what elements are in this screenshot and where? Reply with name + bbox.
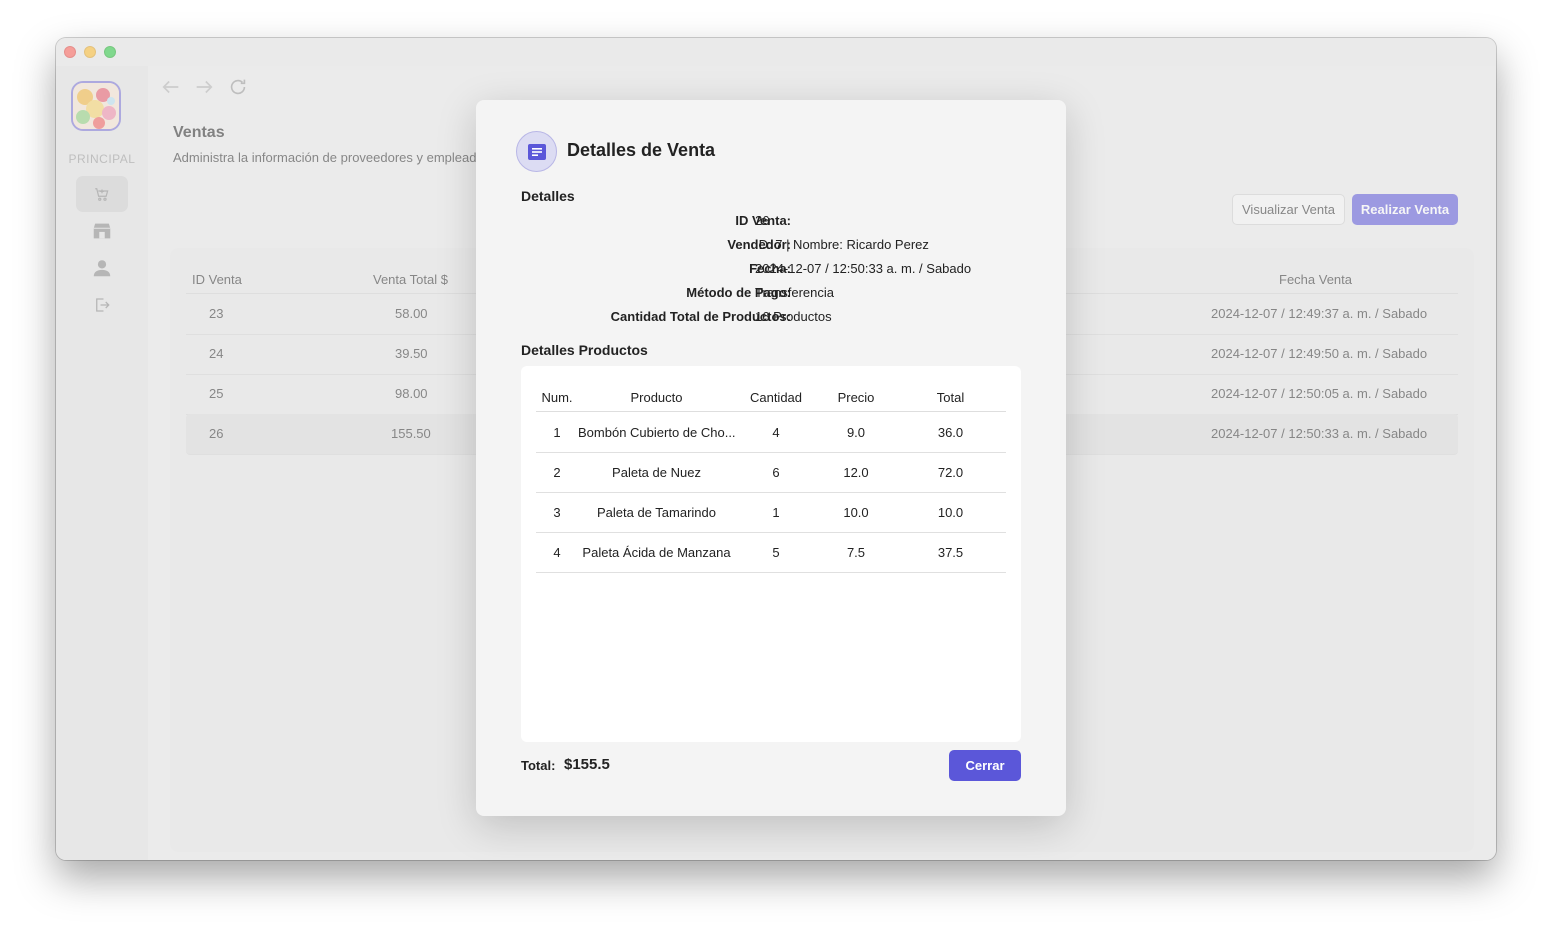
product-total: 36.0 — [937, 425, 964, 440]
detail-row-seller: Vendedor: ID: 7 | Nombre: Ricardo Perez — [521, 237, 1021, 257]
product-num: 3 — [553, 505, 561, 520]
product-row[interactable]: 1 Bombón Cubierto de Cho... 4 9.0 36.0 — [536, 412, 1006, 453]
product-col-qty: Cantidad — [749, 390, 803, 405]
product-row[interactable]: 2 Paleta de Nuez 6 12.0 72.0 — [536, 452, 1006, 493]
close-button[interactable]: Cerrar — [949, 750, 1021, 781]
products-heading: Detalles Productos — [521, 342, 648, 358]
product-total: 37.5 — [937, 545, 964, 560]
detail-value: 2024-12-07 / 12:50:33 a. m. / Sabado — [755, 261, 972, 276]
modal-title: Detalles de Venta — [567, 140, 716, 160]
product-col-name: Producto — [630, 390, 683, 405]
product-name: Paleta de Tamarindo — [596, 505, 716, 520]
product-name: Bombón Cubierto de Cho... — [578, 425, 736, 440]
details-heading: Detalles — [521, 188, 575, 204]
product-num: 1 — [553, 425, 561, 440]
detail-value: 26 — [755, 213, 770, 228]
total-value: $155.5 — [564, 756, 610, 773]
total-label: Total: — [521, 758, 556, 773]
detail-row-payment: Método de Pago: Transferencia — [521, 285, 1021, 305]
detail-row-date: Fecha: 2024-12-07 / 12:50:33 a. m. / Sab… — [521, 261, 1021, 281]
product-qty: 6 — [772, 465, 780, 480]
product-qty: 4 — [772, 425, 780, 440]
product-qty: 1 — [772, 505, 780, 520]
product-row[interactable]: 4 Paleta Ácida de Manzana 5 7.5 37.5 — [536, 532, 1006, 573]
product-num: 2 — [553, 465, 561, 480]
product-row[interactable]: 3 Paleta de Tamarindo 1 10.0 10.0 — [536, 492, 1006, 533]
detail-value: 16 Productos — [755, 309, 832, 324]
detail-value: ID: 7 | Nombre: Ricardo Perez — [755, 237, 929, 252]
product-num: 4 — [553, 545, 561, 560]
product-name: Paleta de Nuez — [612, 465, 701, 480]
receipt-icon — [516, 131, 557, 172]
product-total: 72.0 — [937, 465, 964, 480]
product-name: Paleta Ácida de Manzana — [582, 545, 731, 560]
product-price: 12.0 — [843, 465, 869, 480]
product-price: 9.0 — [846, 425, 866, 440]
sale-details-modal: Detalles de Venta Detalles ID Venta: 26 … — [476, 100, 1066, 816]
product-col-price: Precio — [837, 390, 875, 405]
product-price: 7.5 — [846, 545, 866, 560]
product-col-total: Total — [936, 390, 965, 405]
product-total: 10.0 — [937, 505, 964, 520]
product-col-num: Num. — [541, 390, 573, 405]
products-table: Num. Producto Cantidad Precio Total 1 Bo… — [521, 366, 1021, 742]
detail-row-quantity: Cantidad Total de Productos: 16 Producto… — [521, 309, 1021, 329]
detail-row-id: ID Venta: 26 — [521, 213, 1021, 233]
detail-value: Transferencia — [755, 285, 834, 300]
product-price: 10.0 — [843, 505, 869, 520]
product-qty: 5 — [772, 545, 780, 560]
